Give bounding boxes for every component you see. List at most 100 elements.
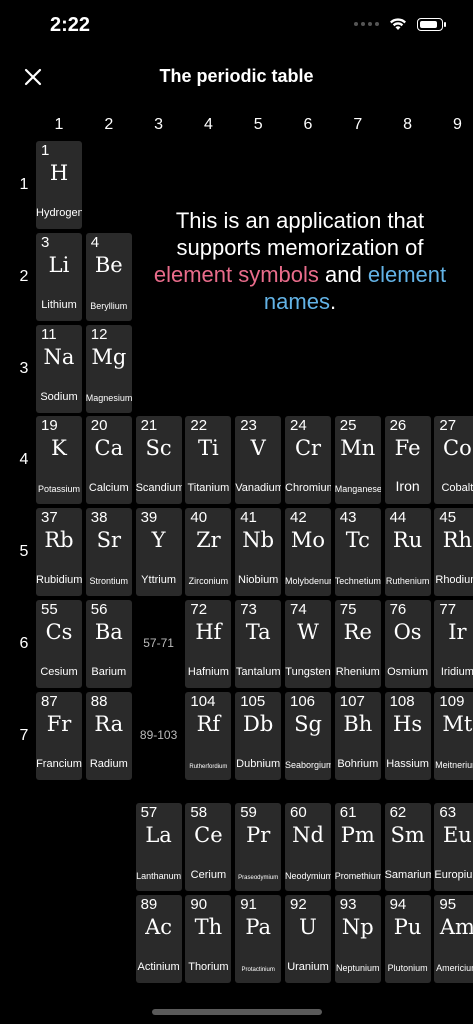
element-name: Samarium bbox=[384, 869, 431, 881]
element-tile[interactable]: 95 Am Americium bbox=[434, 895, 473, 983]
element-symbol: U bbox=[299, 915, 317, 939]
element-tile[interactable]: 1 H Hydrogen bbox=[36, 141, 82, 229]
atomic-number: 45 bbox=[439, 509, 457, 527]
element-tile[interactable]: 89 Ac Actinium bbox=[135, 895, 182, 983]
element-tile[interactable]: 19 K Potassium bbox=[36, 416, 82, 505]
element-symbol: Pm bbox=[340, 823, 375, 847]
element-symbol: Hf bbox=[195, 620, 222, 644]
row-number: 7 bbox=[19, 726, 29, 744]
element-tile[interactable]: 62 Sm Samarium bbox=[384, 803, 431, 891]
atomic-number: 105 bbox=[240, 692, 266, 710]
element-tile[interactable]: 92 U Uranium bbox=[285, 895, 331, 983]
row-number: 3 bbox=[19, 359, 29, 377]
element-tile[interactable]: 20 Ca Calcium bbox=[85, 416, 132, 505]
element-name: Barium bbox=[91, 666, 127, 678]
column-number: 4 bbox=[203, 116, 213, 133]
element-tile[interactable]: 73 Ta Tantalum bbox=[235, 600, 282, 688]
row-number: 5 bbox=[19, 543, 29, 561]
element-tile[interactable]: 94 Pu Plutonium bbox=[384, 895, 431, 983]
element-tile[interactable]: 39 Y Yttrium bbox=[135, 508, 182, 597]
atomic-number: 91 bbox=[240, 896, 257, 913]
element-name: Yttrium bbox=[141, 574, 177, 587]
atomic-number: 20 bbox=[90, 417, 108, 435]
element-symbol: Mt bbox=[442, 711, 473, 736]
element-name: Dubnium bbox=[236, 757, 281, 770]
element-symbol: Th bbox=[194, 915, 223, 939]
element-tile[interactable]: 93 Np Neptunium bbox=[334, 895, 381, 983]
element-tile[interactable]: 76 Os Osmium bbox=[384, 600, 431, 688]
atomic-number: 26 bbox=[389, 417, 407, 435]
element-symbol: Pa bbox=[245, 915, 272, 939]
element-tile[interactable]: 61 Pm Promethium bbox=[334, 803, 381, 891]
element-tile[interactable]: 40 Zr Zirconium bbox=[185, 508, 232, 597]
element-tile[interactable]: 21 Sc Scandium bbox=[135, 416, 182, 505]
element-tile[interactable]: 22 Ti Titanium bbox=[185, 416, 232, 505]
element-tile[interactable]: 55 Cs Cesium bbox=[36, 600, 82, 688]
element-tile[interactable]: 63 Eu Europium bbox=[434, 803, 473, 891]
element-tile[interactable]: 88 Ra Radium bbox=[85, 691, 132, 780]
element-tile[interactable]: 56 Ba Barium bbox=[85, 600, 132, 688]
element-tile[interactable]: 90 Th Thorium bbox=[185, 895, 232, 983]
element-tile[interactable]: 107 Bh Bohrium bbox=[334, 691, 381, 780]
element-tile[interactable]: 12 Mg Magnesium bbox=[85, 324, 132, 413]
atomic-number: 3 bbox=[41, 233, 50, 251]
element-tile[interactable]: 91 Pa Protactinium bbox=[235, 895, 282, 983]
element-tile[interactable]: 108 Hs Hassium bbox=[384, 691, 431, 780]
range-label-actinides: 89-103 bbox=[139, 727, 178, 742]
atomic-number: 44 bbox=[389, 509, 407, 527]
home-indicator[interactable] bbox=[152, 1009, 322, 1015]
element-tile[interactable]: 105 Db Dubnium bbox=[235, 691, 282, 780]
element-name: Plutonium bbox=[387, 963, 428, 973]
element-tile[interactable]: 3 Li Lithium bbox=[36, 232, 82, 321]
element-name: Promethium bbox=[334, 871, 381, 881]
element-tile[interactable]: 45Rh Rhodium bbox=[434, 508, 473, 597]
element-name: Vanadium bbox=[235, 482, 282, 495]
element-tile[interactable]: 27 Co Cobalt bbox=[434, 416, 473, 505]
element-tile[interactable]: 77 Ir Iridium bbox=[434, 600, 473, 688]
element-symbol: Ba bbox=[94, 620, 123, 644]
element-tile[interactable]: 74 W Tungsten bbox=[285, 600, 331, 688]
element-name: Cobalt bbox=[441, 482, 473, 495]
element-name: Americium bbox=[436, 963, 473, 973]
element-tile[interactable]: 42Mo Molybdenum bbox=[285, 508, 331, 597]
element-tile[interactable]: 87 Fr Francium bbox=[36, 691, 82, 780]
atomic-number: 41 bbox=[240, 509, 257, 527]
element-tile[interactable]: 72 Hf Hafnium bbox=[185, 600, 232, 688]
element-symbol: Rf bbox=[196, 711, 221, 736]
element-tile[interactable]: 38 Sr Strontium bbox=[85, 508, 132, 597]
atomic-number: 56 bbox=[90, 601, 108, 618]
atomic-number: 23 bbox=[240, 417, 257, 435]
element-tile[interactable]: 43 Tc Technetium bbox=[334, 508, 381, 597]
element-tile[interactable]: 109Mt Meitnerium bbox=[434, 691, 473, 780]
atomic-number: 57 bbox=[140, 804, 158, 821]
element-tile[interactable]: 37 Rb Rubidium bbox=[36, 508, 82, 597]
element-name: Rutherfordium bbox=[189, 763, 228, 770]
element-name: Protactinium bbox=[241, 967, 275, 973]
element-tile[interactable]: 24 Cr Chromium bbox=[285, 416, 331, 505]
element-tile[interactable]: 58 Ce Cerium bbox=[185, 803, 232, 891]
element-tile[interactable]: 106 Sg Seaborgium bbox=[285, 691, 331, 780]
element-name: Tungsten bbox=[285, 666, 331, 678]
element-symbol: K bbox=[51, 436, 67, 461]
element-tile[interactable]: 44 Ru Ruthenium bbox=[384, 508, 431, 597]
element-name: Hydrogen bbox=[36, 207, 82, 219]
element-tile[interactable]: 4 Be Beryllium bbox=[85, 232, 132, 321]
element-tile[interactable]: 104 Rf Rutherfordium bbox=[185, 691, 232, 780]
element-name: Ruthenium bbox=[385, 576, 430, 587]
element-symbol: Bh bbox=[343, 711, 373, 736]
element-symbol: Sc bbox=[145, 436, 172, 461]
element-tile[interactable]: 41 Nb Niobium bbox=[235, 508, 282, 597]
element-name: Bohrium bbox=[337, 757, 379, 770]
element-tile[interactable]: 11 Na Sodium bbox=[36, 324, 82, 413]
atomic-number: 12 bbox=[90, 325, 108, 343]
element-tile[interactable]: 60 Nd Neodymium bbox=[285, 803, 331, 891]
element-tile[interactable]: 26 Fe Iron bbox=[384, 416, 431, 505]
element-symbol: Sg bbox=[294, 711, 322, 736]
atomic-number: 87 bbox=[41, 692, 58, 710]
element-tile[interactable]: 23 V Vanadium bbox=[235, 416, 282, 505]
element-tile[interactable]: 25 Mn Manganese bbox=[334, 416, 381, 505]
element-tile[interactable]: 59 Pr Praseodymium bbox=[235, 803, 282, 891]
element-tile[interactable]: 75 Re Rhenium bbox=[334, 600, 381, 688]
element-tile[interactable]: 57 La Lanthanum bbox=[135, 803, 182, 891]
atomic-number: 25 bbox=[339, 417, 357, 435]
